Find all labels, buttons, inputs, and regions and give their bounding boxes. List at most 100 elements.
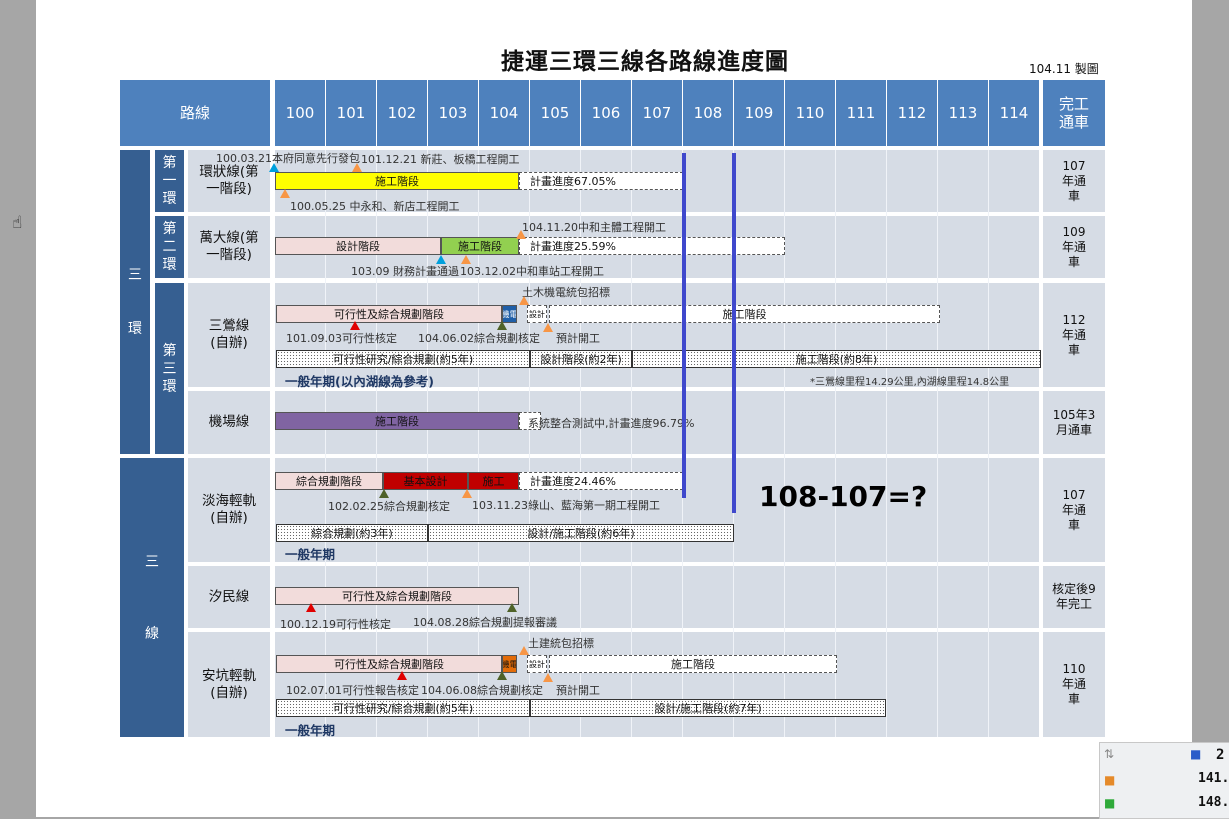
ankeng-note: 104.06.08綜合規劃核定	[421, 684, 543, 697]
header-year: 102	[377, 80, 427, 146]
ankeng-design-bar: 設計	[527, 655, 547, 673]
danhai-typical-label: 一般年期	[285, 547, 336, 562]
sanying-design-bar: 設計	[527, 305, 547, 323]
completion-danhai: 107年通車	[1043, 458, 1105, 562]
danhai-note: 103.11.23綠山、藍海第一期工程開工	[472, 499, 660, 512]
annotation-line-108	[732, 153, 736, 513]
header-year: 107	[632, 80, 682, 146]
completion-ximin: 核定後9年完工	[1043, 566, 1105, 628]
milestone-marker-icon	[436, 255, 446, 264]
annotation-line-107	[682, 153, 686, 498]
header-year: 101	[326, 80, 376, 146]
milestone-marker-icon	[379, 489, 389, 498]
bar-label: 可行性研究/綜合規劃(約5年)	[332, 353, 474, 366]
row-label-airport: 機場線	[188, 391, 270, 454]
row-label-sanying: 三鶯線(自辦)	[188, 283, 270, 387]
year-divider	[988, 150, 989, 737]
row-label-danhai: 淡海輕軌(自辦)	[188, 458, 270, 562]
row-label-ximin: 汐民線	[188, 566, 270, 628]
sanying-note: 土木機電統包招標	[522, 286, 610, 299]
sanying-typical-label: 一般年期(以內湖線為參考)	[285, 374, 434, 389]
header-year: 104	[479, 80, 529, 146]
header-year: 109	[734, 80, 784, 146]
system-monitor-widget[interactable]: ⇅ ■ 2 ■ 141. ■ 148.	[1099, 742, 1229, 819]
danhai-design-bar: 基本設計	[383, 472, 468, 490]
group-label-char: 線	[145, 625, 159, 642]
completion-sanying: 112年通車	[1043, 283, 1105, 387]
bar-label: 綜合規劃(約3年)	[311, 527, 393, 540]
year-divider	[886, 150, 887, 737]
completion-circular: 107年通車	[1043, 150, 1105, 212]
group-three-lines: 三線	[120, 458, 184, 737]
sanying-typical-bar: 可行性研究/綜合規劃(約5年)	[276, 350, 530, 368]
monitor-value: 148.	[1198, 795, 1229, 810]
row-label-wanda: 萬大線(第一階段)	[188, 216, 270, 278]
sanying-typical-bar: 設計階段(約2年)	[530, 350, 632, 368]
milestone-marker-icon	[350, 321, 360, 330]
year-divider	[937, 150, 938, 737]
bar-label: 設計/施工階段(約7年)	[654, 702, 762, 715]
circular-note: 100.05.25 中永和、新店工程開工	[290, 200, 460, 213]
ankeng-construction-bar: 施工階段	[549, 655, 837, 673]
disk-icon: ■	[1104, 796, 1116, 810]
ankeng-note: 102.07.01可行性報告核定	[286, 684, 419, 697]
milestone-marker-icon	[543, 673, 553, 682]
sanying-note: 104.06.02綜合規劃核定	[418, 332, 540, 345]
bar-label: 施工階段(約8年)	[795, 353, 878, 366]
danhai-typical-bar: 設計/施工階段(約6年)	[428, 524, 734, 542]
danhai-note: 102.02.25綜合規劃核定	[328, 500, 450, 513]
sanying-construction-bar: 施工階段	[549, 305, 940, 323]
wanda-note: 103.09 財務計畫通過	[351, 265, 459, 278]
ximin-note: 104.08.28綜合規劃提報審議	[413, 616, 557, 629]
header-completion: 完工通車	[1043, 80, 1105, 146]
milestone-marker-icon	[497, 671, 507, 680]
ring1-label: 第一環	[155, 150, 184, 212]
header-route: 路線	[120, 80, 270, 146]
airport-construction-bar: 施工階段	[275, 412, 519, 430]
memory-icon: ■	[1104, 773, 1116, 787]
danhai-planning-bar: 綜合規劃階段	[275, 472, 383, 490]
header-year: 112	[887, 80, 937, 146]
header-year: 114	[989, 80, 1039, 146]
milestone-marker-icon	[543, 323, 553, 332]
milestone-marker-icon	[280, 189, 290, 198]
milestone-marker-icon	[516, 230, 526, 239]
ankeng-typical-bar: 可行性研究/綜合規劃(約5年)	[276, 699, 530, 717]
completion-airport: 105年3月通車	[1043, 391, 1105, 454]
cpu-icon: ■	[1190, 747, 1202, 761]
monitor-value: 141.	[1198, 771, 1229, 786]
header-year: 113	[938, 80, 988, 146]
sanying-planning-bar: 可行性及綜合規劃階段	[276, 305, 502, 323]
sanying-note: 預計開工	[556, 332, 600, 345]
circular-note: 101.12.21 新莊、板橋工程開工	[361, 153, 520, 166]
milestone-marker-icon	[462, 489, 472, 498]
completion-wanda: 109年通車	[1043, 216, 1105, 278]
header-year: 100	[275, 80, 325, 146]
sanying-note: 101.09.03可行性核定	[286, 332, 397, 345]
wanda-note: 104.11.20中和主體工程開工	[522, 221, 666, 234]
bar-label: 可行性研究/綜合規劃(約5年)	[332, 702, 474, 715]
ring3-label: 第三環	[155, 283, 184, 454]
milestone-marker-icon	[352, 163, 362, 172]
header-year: 106	[581, 80, 631, 146]
milestone-marker-icon	[507, 603, 517, 612]
circular-note: 100.03.21本府同意先行發包	[216, 152, 360, 165]
network-icon: ⇅	[1104, 747, 1115, 761]
milestone-marker-icon	[306, 603, 316, 612]
annotation-question: 108-107=?	[759, 480, 928, 513]
monitor-value: 2	[1216, 747, 1225, 763]
group-label-char: 環	[128, 321, 142, 337]
milestone-marker-icon	[519, 296, 529, 305]
wanda-design-bar: 設計階段	[275, 237, 441, 255]
row-label-ankeng: 安坑輕軌(自辦)	[188, 632, 270, 737]
header-year: 110	[785, 80, 835, 146]
sanying-typical-bar: 施工階段(約8年)	[632, 350, 1041, 368]
danhai-typical-bar: 綜合規劃(約3年)	[276, 524, 428, 542]
ankeng-typical-label: 一般年期	[285, 723, 336, 738]
ankeng-typical-bar: 設計/施工階段(約7年)	[530, 699, 886, 717]
circular-construction-bar: 施工階段	[275, 172, 519, 190]
group-three-rings: 三環	[120, 150, 150, 454]
ankeng-note: 預計開工	[556, 684, 600, 697]
wanda-progress-bar: 計畫進度25.59%	[519, 237, 785, 255]
airport-progress: 系統整合測試中,計畫進度96.79%	[528, 417, 695, 430]
